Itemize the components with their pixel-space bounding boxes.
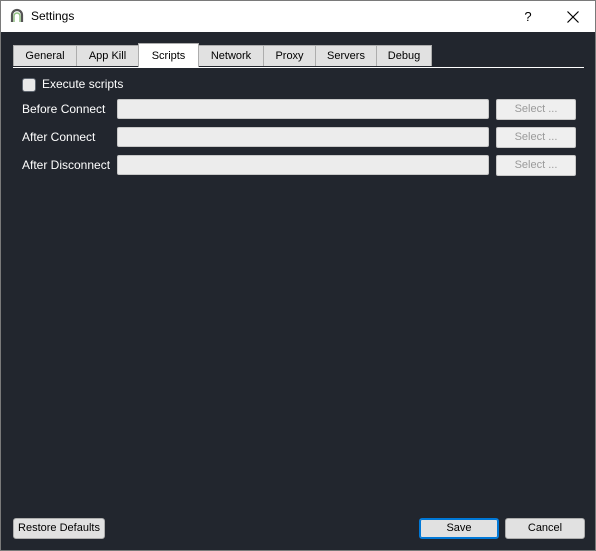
execute-scripts-checkbox[interactable] [22,78,36,92]
tab-debug[interactable]: Debug [376,45,432,66]
close-icon [567,11,579,23]
window-title: Settings [31,9,75,23]
tab-general[interactable]: General [13,45,77,66]
settings-panel: General App Kill Scripts Network Proxy S… [1,32,595,550]
restore-defaults-button[interactable]: Restore Defaults [13,518,105,539]
tab-scripts[interactable]: Scripts [138,43,199,67]
after-disconnect-select-button[interactable]: Select ... [496,155,576,176]
execute-scripts-label[interactable]: Execute scripts [42,77,123,91]
after-connect-select-button[interactable]: Select ... [496,127,576,148]
after-connect-input[interactable] [117,127,489,147]
tab-app-kill[interactable]: App Kill [76,45,139,66]
close-button[interactable] [554,1,592,32]
tab-divider [13,67,584,68]
before-connect-label: Before Connect [22,102,106,116]
after-connect-label: After Connect [22,130,96,144]
save-button[interactable]: Save [419,518,499,539]
tab-proxy[interactable]: Proxy [263,45,316,66]
cancel-button[interactable]: Cancel [505,518,585,539]
tab-servers[interactable]: Servers [315,45,377,66]
title-bar[interactable]: Settings ? [1,1,595,32]
help-button[interactable]: ? [514,1,542,32]
settings-window: Settings ? General App Kill Scripts Netw… [0,0,596,551]
before-connect-input[interactable] [117,99,489,119]
before-connect-select-button[interactable]: Select ... [496,99,576,120]
after-disconnect-input[interactable] [117,155,489,175]
after-disconnect-label: After Disconnect [22,158,111,172]
app-icon [10,8,24,24]
tab-network[interactable]: Network [198,45,264,66]
